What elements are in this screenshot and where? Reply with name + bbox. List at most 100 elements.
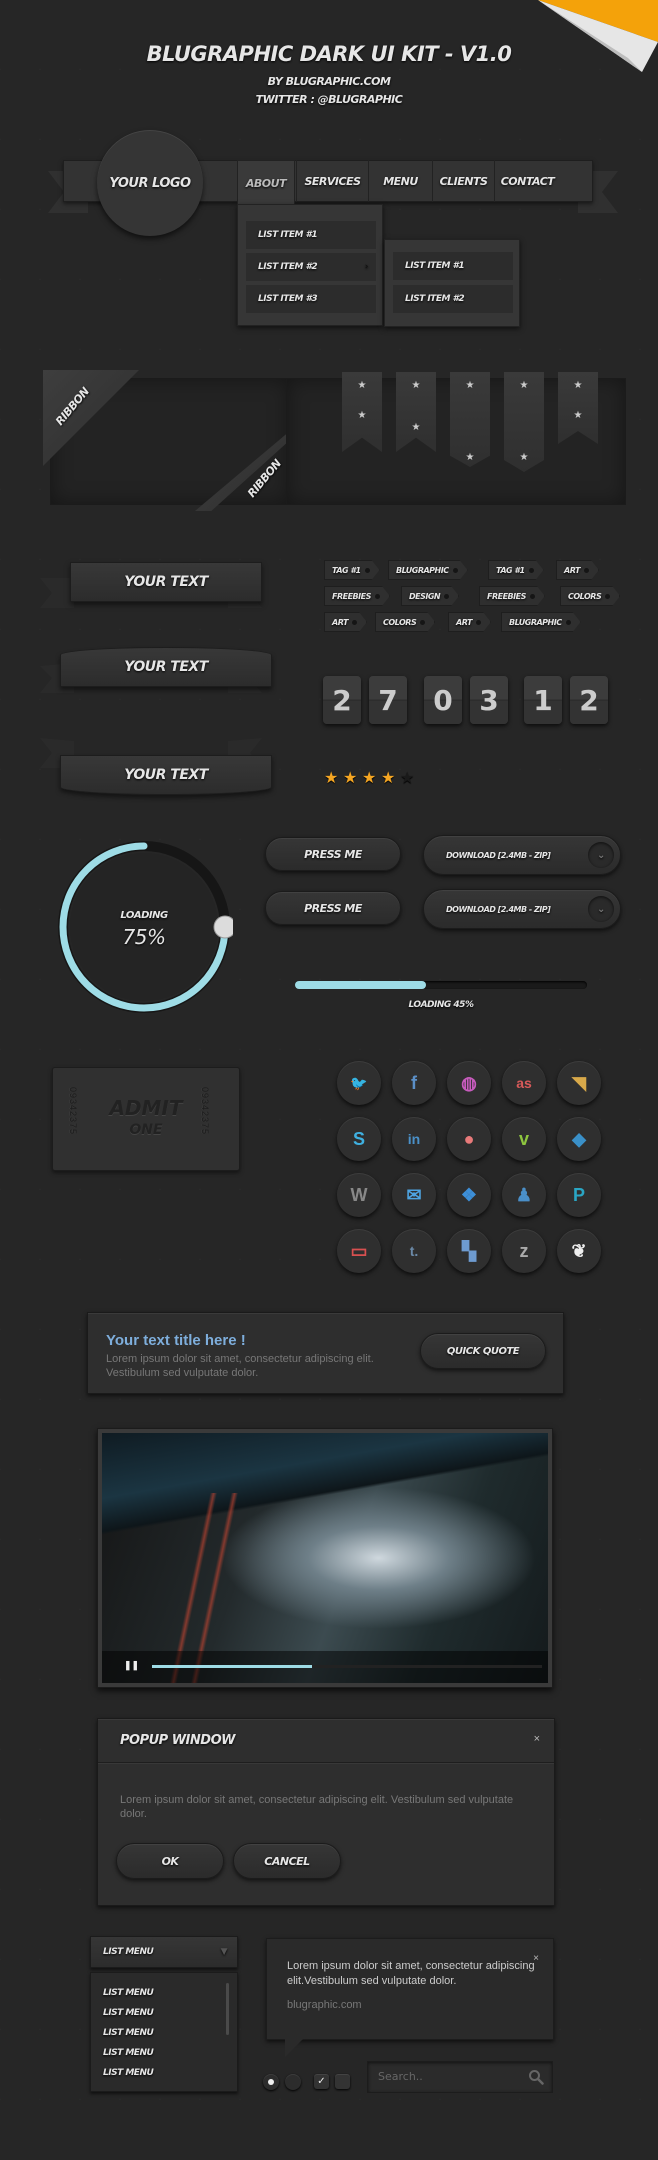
radio-button[interactable] <box>285 2074 301 2090</box>
digg-button[interactable]: ◆ <box>557 1117 601 1161</box>
submenu-item[interactable]: List Item #2 <box>393 285 513 313</box>
list-menu-item[interactable]: List Menu <box>103 2048 154 2058</box>
submenu-item[interactable]: List Item #1 <box>393 252 513 280</box>
nav-item-about[interactable]: About <box>237 160 295 206</box>
tag[interactable]: Design <box>401 586 459 606</box>
star-icon: ★ <box>519 380 529 391</box>
nav-item-contact[interactable]: Contact <box>494 160 560 202</box>
nav-item-menu[interactable]: Menu <box>368 160 432 202</box>
tooltip-link[interactable]: blugraphic.com <box>287 1999 362 2011</box>
nav-item-services[interactable]: Services <box>296 160 368 202</box>
tag[interactable]: Freebies <box>479 586 545 606</box>
tag[interactable]: Colors <box>560 586 620 606</box>
list-menu-select[interactable]: List Menu ▼ <box>90 1936 238 1968</box>
press-me-button[interactable]: Press Me <box>265 891 401 925</box>
bookmark-ribbon: ★ ★ <box>450 372 490 467</box>
star-icon[interactable]: ★ <box>400 768 414 788</box>
tag[interactable]: Art <box>448 612 491 632</box>
lastfm-icon: as <box>516 1075 532 1091</box>
dropdown-item[interactable]: List Item #2 › <box>246 253 376 281</box>
search-icon[interactable] <box>528 2069 544 2085</box>
email-button[interactable]: ✉ <box>392 1173 436 1217</box>
cancel-button[interactable]: Cancel <box>233 1843 341 1879</box>
pause-icon[interactable]: ❚❚ <box>124 1660 139 1671</box>
popup-text: Lorem ipsum dolor sit amet, consectetur … <box>120 1794 514 1820</box>
list-menu-item[interactable]: List Menu <box>103 1988 154 1998</box>
skype-button[interactable]: S <box>337 1117 381 1161</box>
star-icon[interactable]: ★ <box>324 768 338 788</box>
dropdown-item[interactable]: List Item #3 <box>246 285 376 313</box>
press-me-button[interactable]: Press Me <box>265 837 401 871</box>
checkbox[interactable] <box>335 2074 350 2089</box>
tag[interactable]: Blugraphic <box>501 612 581 632</box>
facebook-icon: f <box>411 1072 417 1093</box>
tag[interactable]: Tag #1 <box>324 560 380 580</box>
checkbox[interactable]: ✓ <box>314 2074 329 2089</box>
dropdown-item-label: List Item #2 <box>258 262 318 272</box>
logo[interactable]: Your Logo <box>97 130 203 236</box>
list-menu-item[interactable]: List Menu <box>103 2068 154 2078</box>
search-input[interactable] <box>378 2070 518 2083</box>
vimeo-button[interactable]: v <box>502 1117 546 1161</box>
close-icon[interactable]: × <box>533 1953 539 1964</box>
dropbox-button[interactable]: ❖ <box>447 1173 491 1217</box>
banner-flat: Your Text <box>70 562 262 602</box>
download-button[interactable]: Download [2.4MB - ZIP] ⌄ <box>423 835 621 875</box>
twitter-button[interactable]: 🐦 <box>337 1061 381 1105</box>
tag[interactable]: Tag #1 <box>488 560 544 580</box>
rss-button[interactable]: ◥ <box>557 1061 601 1105</box>
wordpress-icon: W <box>350 1184 368 1205</box>
tag[interactable]: Freebies <box>324 586 390 606</box>
ok-button[interactable]: OK <box>116 1843 224 1879</box>
flip-digit: 0 <box>424 676 462 724</box>
download-button[interactable]: Download [2.4MB - ZIP] ⌄ <box>423 889 621 929</box>
star-icon[interactable]: ★ <box>362 768 376 788</box>
linkedin-button[interactable]: in <box>392 1117 436 1161</box>
star-icon[interactable]: ★ <box>381 768 395 788</box>
flip-digit: 7 <box>369 676 407 724</box>
delicious-button[interactable]: ▚ <box>447 1229 491 1273</box>
ticket-line-1: Admit <box>109 1096 183 1120</box>
admit-ticket: 09342375 09342375 Admit One <box>52 1067 240 1171</box>
video-seek-fill <box>152 1665 312 1668</box>
tumblr-icon: t. <box>409 1243 419 1259</box>
envato-button[interactable]: ❦ <box>557 1229 601 1273</box>
scrollbar[interactable] <box>226 1983 229 2035</box>
dropdown-item[interactable]: List Item #1 <box>246 221 376 249</box>
star-icon[interactable]: ★ <box>343 768 357 788</box>
zerply-button[interactable]: z <box>502 1229 546 1273</box>
dribbble-button[interactable]: ◍ <box>447 1061 491 1105</box>
radio-button[interactable] <box>263 2074 279 2090</box>
list-menu-item[interactable]: List Menu <box>103 2028 154 2038</box>
tag[interactable]: Art <box>324 612 367 632</box>
tv-button[interactable]: ▭ <box>337 1229 381 1273</box>
list-menu-options: List Menu List Menu List Menu List Menu … <box>90 1972 238 2092</box>
posterous-button[interactable]: P <box>557 1173 601 1217</box>
github-button[interactable]: ● <box>447 1117 491 1161</box>
star-icon: ★ <box>357 380 367 391</box>
tag[interactable]: Blugraphic <box>388 560 468 580</box>
tag[interactable]: Colors <box>375 612 435 632</box>
page-curl-icon <box>538 0 658 72</box>
envato-icon: ❦ <box>571 1240 587 1261</box>
popup-title: Popup Window <box>120 1733 235 1748</box>
quick-quote-button[interactable]: Quick Quote <box>420 1333 546 1369</box>
tag[interactable]: Art <box>556 560 599 580</box>
flip-digit: 3 <box>470 676 508 724</box>
list-menu-item[interactable]: List Menu <box>103 2008 154 2018</box>
myspace-button[interactable]: ♟ <box>502 1173 546 1217</box>
wordpress-button[interactable]: W <box>337 1173 381 1217</box>
twitter-icon: 🐦 <box>350 1074 368 1091</box>
caret-down-icon: ▼ <box>220 1947 228 1957</box>
close-icon[interactable]: × <box>534 1733 540 1745</box>
lastfm-button[interactable]: as <box>502 1061 546 1105</box>
nav-item-clients[interactable]: Clients <box>432 160 494 202</box>
banner-arched: Your Text <box>60 647 272 687</box>
video-frame[interactable]: ❚❚ <box>102 1433 548 1683</box>
dropbox-icon: ❖ <box>460 1184 478 1205</box>
myspace-icon: ♟ <box>515 1184 533 1205</box>
flip-digit: 2 <box>570 676 608 724</box>
tooltip-tail <box>285 2039 303 2057</box>
tumblr-button[interactable]: t. <box>392 1229 436 1273</box>
facebook-button[interactable]: f <box>392 1061 436 1105</box>
